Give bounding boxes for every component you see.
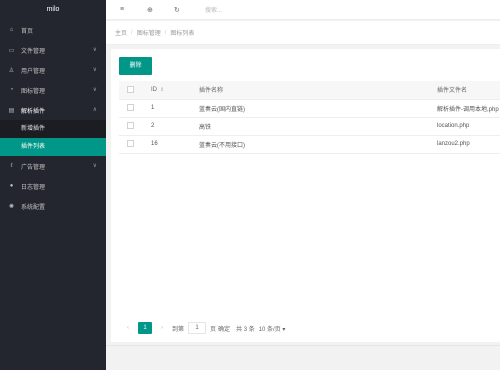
chevron-down-icon: ∨ bbox=[92, 163, 97, 169]
sidebar-item-ads[interactable]: ℓ 广告管理 ∨ bbox=[0, 156, 106, 176]
chevron-down-icon: ∨ bbox=[92, 67, 97, 73]
sidebar-item-icons[interactable]: ◔ 图标管理 ∨ bbox=[0, 80, 106, 100]
row-checkbox[interactable] bbox=[127, 122, 134, 130]
sidebar-subitem-add-plugin[interactable]: 新增插件 bbox=[0, 120, 106, 138]
prev-page-icon[interactable]: ‹ bbox=[122, 322, 134, 334]
row-name: 蓝奏云(国内直链) bbox=[191, 99, 429, 118]
delete-button[interactable]: 删除 bbox=[119, 57, 152, 75]
row-file: lanzou2.php bbox=[429, 135, 500, 154]
sidebar-item-label: 解析插件 bbox=[21, 108, 46, 115]
sidebar-item-label: 文件管理 bbox=[21, 48, 46, 55]
table-row[interactable]: 1 蓝奏云(国内直链) 解析插件-调用本地,php bbox=[119, 99, 500, 118]
sidebar-item-logs[interactable]: ● 日志管理 bbox=[0, 176, 106, 196]
sidebar-item-home[interactable]: ⌂ 首页 bbox=[0, 20, 106, 40]
plugin-table: ID ⇕ 插件名称 插件文件名 1 蓝奏云(国内直链) 解析插件-调用本地,php… bbox=[119, 81, 500, 154]
comment-icon: ● bbox=[9, 183, 14, 189]
sidebar-item-users[interactable]: ♙ 用户管理 ∨ bbox=[0, 60, 106, 80]
app-logo: milo bbox=[46, 6, 60, 13]
page-unit-label: 页 bbox=[210, 326, 217, 333]
globe-icon[interactable]: ⊕ bbox=[147, 6, 174, 14]
total-count: 共 3 条 bbox=[236, 326, 255, 333]
column-id[interactable]: ID ⇕ bbox=[143, 81, 191, 100]
goto-confirm-button[interactable]: 确定 bbox=[218, 324, 230, 333]
top-bar: ≡ ⊕ ↻ 搜索... bbox=[106, 0, 500, 20]
pagination: ‹ 1 › 到第 1 页 确定 共 3 条 10 条/页 ▾ bbox=[122, 322, 285, 334]
goto-label: 到第 bbox=[172, 326, 185, 333]
next-page-icon[interactable]: › bbox=[156, 322, 168, 334]
column-plugin-file: 插件文件名 bbox=[429, 81, 500, 100]
refresh-icon[interactable]: ↻ bbox=[174, 6, 201, 14]
row-file: 解析插件-调用本地,php bbox=[429, 99, 500, 118]
sort-icon[interactable]: ⇕ bbox=[160, 87, 164, 93]
row-name: 蓝奏云(不用接口) bbox=[191, 135, 429, 154]
file-icon: ▭ bbox=[8, 47, 15, 54]
ad-icon: ℓ bbox=[10, 163, 13, 169]
header-checkbox-cell bbox=[119, 81, 143, 100]
page-current[interactable]: 1 bbox=[138, 322, 152, 334]
sidebar: milo ⌂ 首页 ▭ 文件管理 ∨ ♙ 用户管理 ∨ ◔ 图标管理 ∨ ▤ 解… bbox=[0, 0, 106, 370]
chevron-up-icon: ∧ bbox=[92, 107, 97, 113]
sidebar-item-label: 系统配置 bbox=[21, 204, 46, 211]
search-input[interactable]: 搜索... bbox=[205, 5, 222, 14]
breadcrumb: 主页 / 图标管理 / 图标列表 bbox=[106, 21, 500, 45]
breadcrumb-section[interactable]: 图标管理 bbox=[137, 28, 161, 37]
sidebar-subitem-plugin-list[interactable]: 插件列表 bbox=[0, 138, 106, 156]
menu-toggle-icon[interactable]: ≡ bbox=[120, 6, 147, 13]
content-card: 删除 ID ⇕ 插件名称 插件文件名 1 蓝奏云(国内直链) 解析插件-调用本地,… bbox=[111, 49, 500, 342]
table-row[interactable]: 16 蓝奏云(不用接口) lanzou2.php bbox=[119, 135, 500, 154]
settings-icon: ✺ bbox=[8, 203, 15, 210]
plugin-icon: ▤ bbox=[8, 107, 15, 114]
breadcrumb-separator: / bbox=[131, 29, 133, 36]
row-id: 2 bbox=[143, 117, 191, 136]
sidebar-item-label: 用户管理 bbox=[21, 68, 46, 75]
sidebar-item-plugins[interactable]: ▤ 解析插件 ∧ bbox=[0, 100, 106, 120]
chart-icon: ◔ bbox=[9, 87, 14, 93]
page-size-select[interactable]: 10 条/页 ▾ bbox=[259, 324, 286, 333]
row-checkbox[interactable] bbox=[127, 140, 134, 148]
breadcrumb-separator: / bbox=[164, 29, 167, 36]
row-id: 1 bbox=[143, 99, 191, 118]
sidebar-item-files[interactable]: ▭ 文件管理 ∨ bbox=[0, 40, 106, 60]
sidebar-submenu: 新增插件 插件列表 bbox=[0, 120, 106, 156]
row-id: 16 bbox=[143, 135, 191, 154]
sidebar-item-settings[interactable]: ✺ 系统配置 bbox=[0, 196, 106, 216]
row-checkbox[interactable] bbox=[127, 104, 134, 112]
row-file: location.php bbox=[429, 117, 500, 136]
breadcrumb-home[interactable]: 主页 bbox=[115, 28, 127, 37]
chevron-down-icon: ∨ bbox=[92, 47, 97, 53]
chevron-down-icon: ∨ bbox=[92, 87, 97, 93]
column-plugin-name: 插件名称 bbox=[191, 81, 429, 100]
table-row[interactable]: 2 高铁 location.php bbox=[119, 117, 500, 136]
goto-page-input[interactable]: 1 bbox=[188, 322, 207, 334]
sidebar-item-label: 首页 bbox=[21, 28, 34, 35]
sidebar-item-label: 广告管理 bbox=[21, 164, 46, 171]
row-name: 高铁 bbox=[191, 117, 429, 136]
select-all-checkbox[interactable] bbox=[127, 86, 134, 94]
home-icon: ⌂ bbox=[9, 27, 14, 33]
footer bbox=[106, 345, 500, 370]
user-icon: ♙ bbox=[8, 67, 15, 74]
sidebar-item-label: 日志管理 bbox=[21, 184, 46, 191]
table-header-row: ID ⇕ 插件名称 插件文件名 bbox=[119, 81, 500, 100]
breadcrumb-current: 图标列表 bbox=[170, 31, 195, 37]
sidebar-item-label: 图标管理 bbox=[21, 88, 46, 95]
